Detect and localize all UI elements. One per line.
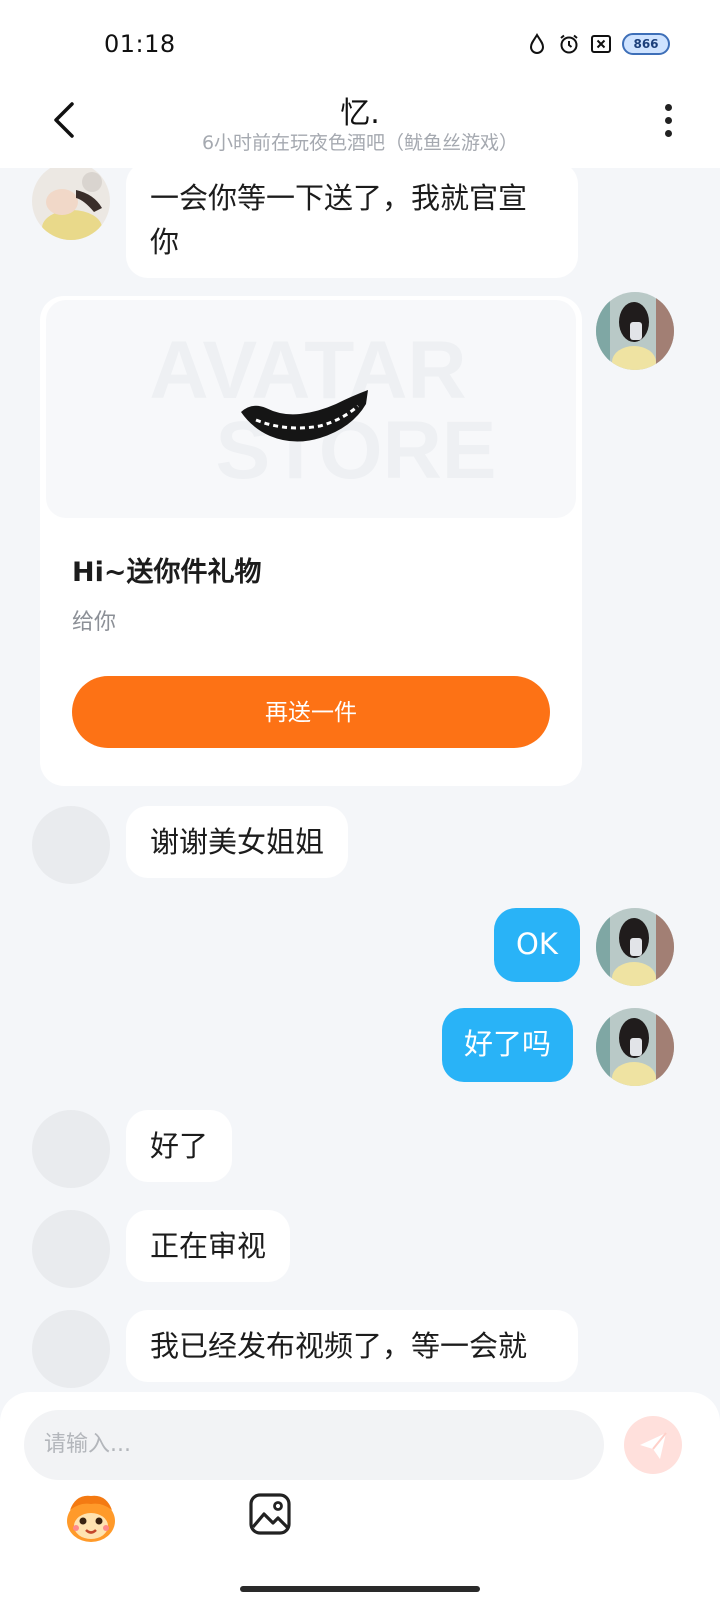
more-vertical-icon[interactable] (656, 100, 680, 140)
gift-watermark-line1: AVATAR (149, 325, 466, 416)
chat-header: 忆. 6小时前在玩夜色酒吧（鱿鱼丝游戏） (0, 84, 720, 168)
send-icon (640, 1432, 667, 1459)
message-text: 谢谢美女姐姐 (150, 825, 325, 859)
image-button[interactable] (248, 1492, 292, 1536)
battery-indicator: 866 (622, 33, 670, 55)
message-text: 好了吗 (464, 1027, 552, 1061)
message-bubble[interactable]: 一会你等一下送了，我就官宣你 (126, 168, 578, 278)
chat-title: 忆. (340, 96, 380, 131)
message-list[interactable]: 一会你等一下送了，我就官宣你 AVATAR STORE Hi~送你件礼物 给你 … (0, 168, 720, 1400)
avatar[interactable] (32, 1110, 110, 1188)
message-text: 一会你等一下送了，我就官宣你 (150, 181, 528, 259)
input-area: 请输入... (0, 1392, 720, 1600)
avatar[interactable] (32, 1310, 110, 1388)
message-text: 正在审视 (150, 1229, 267, 1263)
message-bubble[interactable]: 好了吗 (442, 1008, 574, 1082)
message-input[interactable]: 请输入... (24, 1410, 604, 1480)
avatar[interactable] (32, 806, 110, 884)
avatar[interactable] (596, 908, 674, 986)
message-text: 好了 (150, 1129, 209, 1163)
alarm-icon (560, 34, 578, 54)
message-bubble[interactable]: OK (494, 908, 580, 982)
emoji-button[interactable] (62, 1488, 120, 1546)
status-icons: 866 (526, 33, 670, 55)
status-bar: 01:18 866 (0, 0, 720, 84)
water-drop-icon (529, 33, 545, 54)
status-time: 01:18 (104, 30, 176, 58)
avatar[interactable] (32, 168, 110, 240)
mascot-emoji-icon (67, 1495, 115, 1542)
send-button[interactable] (624, 1416, 682, 1474)
send-another-gift-button[interactable]: 再送一件 (72, 676, 550, 748)
avatar[interactable] (596, 292, 674, 370)
gift-title: Hi~送你件礼物 (72, 557, 262, 588)
message-bubble[interactable]: 谢谢美女姐姐 (126, 806, 349, 878)
message-text: 我已经发布视频了，等一会就 (150, 1329, 528, 1363)
message-bubble[interactable]: 我已经发布视频了，等一会就 (126, 1310, 578, 1382)
chat-subtitle: 6小时前在玩夜色酒吧（鱿鱼丝游戏） (201, 132, 519, 154)
avatar[interactable] (596, 1008, 674, 1086)
home-indicator[interactable] (240, 1586, 480, 1592)
gift-subtitle: 给你 (72, 610, 117, 635)
close-box-icon (591, 35, 611, 53)
avatar[interactable] (32, 1210, 110, 1288)
message-text: OK (516, 927, 558, 961)
message-bubble[interactable]: 正在审视 (126, 1210, 291, 1282)
gift-card[interactable]: AVATAR STORE Hi~送你件礼物 给你 再送一件 (40, 296, 582, 786)
image-icon (249, 1493, 291, 1535)
gift-image: AVATAR STORE (46, 300, 576, 518)
message-bubble[interactable]: 好了 (126, 1110, 233, 1182)
